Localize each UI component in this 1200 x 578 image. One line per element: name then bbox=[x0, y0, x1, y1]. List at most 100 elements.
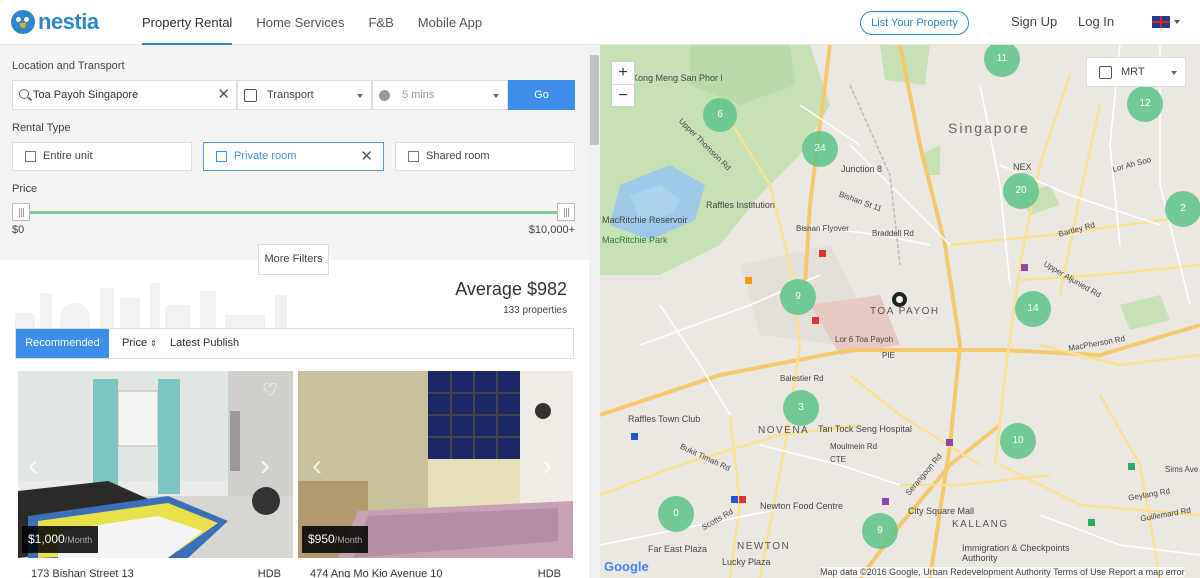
go-button[interactable]: Go bbox=[508, 80, 575, 110]
zoom-in-button[interactable]: + bbox=[612, 62, 634, 84]
map-cluster[interactable]: 12 bbox=[1127, 86, 1163, 122]
listing-address[interactable]: 474 Ang Mo Kio Avenue 10 bbox=[310, 568, 443, 578]
nestia-logo[interactable]: nestia bbox=[11, 9, 99, 35]
more-filters-button[interactable]: More Filters bbox=[258, 244, 329, 275]
property-count: 133 properties bbox=[503, 305, 567, 316]
listing-card[interactable]: ‹ › ♡ $1,000/Month 173 Bishan Street 13 … bbox=[18, 371, 293, 578]
poi-label: Kong Meng San Phor Kark See Monastery bbox=[632, 73, 722, 83]
rental-type-label-shared: Shared room bbox=[426, 150, 490, 162]
mrt-station-icon[interactable] bbox=[882, 498, 889, 505]
mrt-station-icon[interactable] bbox=[1021, 264, 1028, 271]
poi-label: Lucky Plaza bbox=[722, 557, 771, 567]
transit-layer-value: MRT bbox=[1121, 66, 1145, 78]
uk-flag-icon[interactable] bbox=[1152, 16, 1170, 28]
area-label: NEWTON bbox=[737, 541, 791, 552]
poi-label: Junction 8 bbox=[841, 164, 883, 174]
poi-label: Immigration & Checkpoints Authority bbox=[962, 543, 1070, 563]
map-view[interactable]: + − MRT 6 24 9 3 0 9 11 12 20 2 14 10 Si… bbox=[600, 45, 1200, 578]
prev-photo-icon[interactable]: ‹ bbox=[312, 449, 322, 483]
map-cluster[interactable]: 20 bbox=[1003, 173, 1039, 209]
area-label: Singapore bbox=[948, 120, 1030, 136]
scrollbar-thumb[interactable] bbox=[590, 55, 599, 145]
mrt-station-icon[interactable] bbox=[819, 250, 826, 257]
poi-label: City Square Mall bbox=[908, 506, 975, 516]
road-label: Bishan Flyover bbox=[796, 224, 849, 233]
listing-card[interactable]: ‹ › $950/Month 474 Ang Mo Kio Avenue 10 … bbox=[298, 371, 573, 578]
map-cluster[interactable]: 6 bbox=[703, 98, 737, 132]
rental-type-label-entire: Entire unit bbox=[43, 150, 93, 162]
map-cluster[interactable]: 14 bbox=[1015, 291, 1051, 327]
zoom-control: + − bbox=[611, 61, 635, 107]
map-cluster[interactable]: 10 bbox=[1000, 423, 1036, 459]
sort-latest[interactable]: Latest Publish bbox=[170, 329, 239, 358]
favorite-heart-icon[interactable]: ♡ bbox=[262, 381, 282, 399]
map-cluster[interactable]: 2 bbox=[1165, 191, 1200, 227]
logo-text: nestia bbox=[38, 9, 99, 34]
bus-icon bbox=[244, 89, 257, 102]
clear-search-icon[interactable]: ✕ bbox=[217, 81, 230, 109]
map-cluster[interactable]: 9 bbox=[862, 513, 898, 549]
mrt-station-icon[interactable] bbox=[631, 433, 638, 440]
nav-fnb[interactable]: F&B bbox=[368, 0, 393, 45]
listing-photo[interactable]: ‹ › $950/Month bbox=[298, 371, 573, 558]
transport-select[interactable]: Transport bbox=[237, 80, 372, 110]
log-in-link[interactable]: Log In bbox=[1078, 14, 1114, 29]
location-search-input[interactable]: Toa Payoh Singapore ✕ bbox=[12, 80, 237, 110]
chevron-down-icon[interactable] bbox=[1174, 20, 1180, 24]
caret-down-icon bbox=[1171, 71, 1177, 75]
listing-photo[interactable]: ‹ › ♡ $1,000/Month bbox=[18, 371, 293, 558]
house-icon bbox=[25, 151, 36, 162]
bird-logo-icon bbox=[11, 10, 35, 34]
mrt-station-icon[interactable] bbox=[1088, 519, 1095, 526]
listing-address[interactable]: 173 Bishan Street 13 bbox=[31, 568, 134, 578]
location-label: Location and Transport bbox=[12, 60, 125, 72]
area-label: KALLANG bbox=[952, 519, 1009, 530]
mrt-station-icon[interactable] bbox=[812, 317, 819, 324]
mrt-station-icon[interactable] bbox=[946, 439, 953, 446]
map-attribution[interactable]: Map data ©2016 Google, Urban Redevelopme… bbox=[820, 567, 1185, 577]
sort-recommended[interactable]: Recommended bbox=[16, 329, 109, 358]
zoom-out-button[interactable]: − bbox=[612, 84, 634, 106]
mrt-station-icon[interactable] bbox=[739, 496, 746, 503]
transit-layer-select[interactable]: MRT bbox=[1086, 57, 1186, 87]
map-cluster[interactable]: 3 bbox=[783, 390, 819, 426]
price-slider-track[interactable] bbox=[19, 211, 567, 214]
next-photo-icon[interactable]: › bbox=[542, 449, 552, 483]
rental-type-shared-room[interactable]: Shared room bbox=[395, 142, 575, 171]
next-photo-icon[interactable]: › bbox=[260, 449, 270, 483]
list-your-property-button[interactable]: List Your Property bbox=[860, 11, 969, 35]
listing-type: HDB bbox=[537, 568, 561, 578]
poi-label: Raffles Town Club bbox=[628, 414, 701, 424]
nav-property-rental[interactable]: Property Rental bbox=[142, 0, 233, 45]
map-cluster[interactable]: 24 bbox=[802, 131, 838, 167]
sort-price[interactable]: Price ⇕ bbox=[122, 329, 157, 358]
price-min-handle[interactable] bbox=[12, 203, 30, 221]
listing-type: HDB bbox=[257, 568, 281, 578]
price-max-handle[interactable] bbox=[557, 203, 575, 221]
time-select-value: 5 mins bbox=[402, 89, 435, 101]
deselect-icon[interactable]: ✕ bbox=[360, 143, 373, 170]
mrt-station-icon[interactable] bbox=[731, 496, 738, 503]
location-pin-icon[interactable] bbox=[892, 292, 907, 307]
sort-price-label: Price bbox=[122, 337, 148, 349]
map-cluster[interactable]: 0 bbox=[658, 496, 694, 532]
skyline-illustration bbox=[15, 283, 315, 333]
nav-home-services[interactable]: Home Services bbox=[256, 0, 344, 45]
listing-price: $950 bbox=[308, 532, 335, 546]
rental-type-private-room[interactable]: Private room ✕ bbox=[203, 142, 384, 171]
prev-photo-icon[interactable]: ‹ bbox=[28, 449, 38, 483]
sign-up-link[interactable]: Sign Up bbox=[1011, 14, 1057, 29]
map-cluster[interactable]: 9 bbox=[780, 279, 816, 315]
rental-type-label: Rental Type bbox=[12, 122, 71, 134]
poi-label: Newton Food Centre bbox=[760, 501, 844, 511]
price-min-value: $0 bbox=[12, 224, 25, 236]
mrt-station-icon[interactable] bbox=[745, 277, 752, 284]
poi-label: NEX bbox=[1013, 162, 1032, 172]
mrt-station-icon[interactable] bbox=[1128, 463, 1135, 470]
rental-type-entire-unit[interactable]: Entire unit bbox=[12, 142, 192, 171]
time-select[interactable]: 5 mins bbox=[372, 80, 508, 110]
poi-label: MacRitchie Park bbox=[602, 235, 668, 245]
road-label: Lor 6 Toa Payoh bbox=[835, 335, 894, 344]
nav-mobile-app[interactable]: Mobile App bbox=[418, 0, 482, 45]
poi-label: Far East Plaza bbox=[648, 544, 708, 554]
